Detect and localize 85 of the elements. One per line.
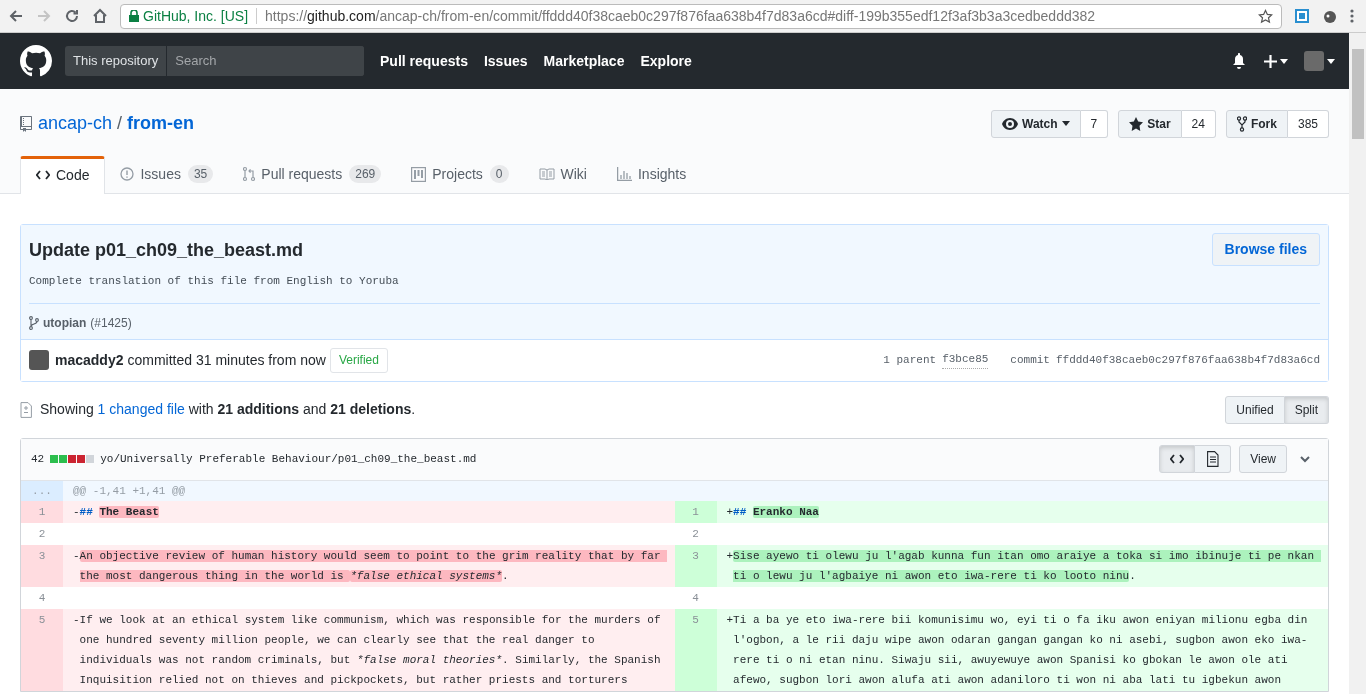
pull-request-link[interactable]: (#1425) <box>90 313 132 332</box>
logo-icon[interactable] <box>20 45 52 77</box>
issue-icon <box>120 167 135 181</box>
parent-sha-link[interactable]: f3bce85 <box>942 351 989 369</box>
changes-count: 42 <box>31 451 45 467</box>
repo-tab[interactable]: Projects 0 <box>396 155 524 193</box>
owner-link[interactable]: ancap-ch <box>38 110 113 137</box>
fork-button[interactable]: Fork <box>1225 109 1288 138</box>
counter-badge: 0 <box>489 165 509 183</box>
repo-tab[interactable]: Insights <box>601 155 702 193</box>
author-link[interactable]: macaddy2 <box>55 349 124 371</box>
nav-link[interactable]: Explore <box>640 50 692 72</box>
diff-summary: Showing 1 changed file with 21 additions and 21 deletions. <box>40 400 416 419</box>
reload-icon[interactable] <box>64 8 80 24</box>
view-mode-button[interactable]: Unified <box>1225 395 1285 424</box>
new-menu-button[interactable] <box>1264 54 1288 68</box>
extension-icon[interactable] <box>1294 8 1310 24</box>
line-number: 5 <box>21 608 63 691</box>
view-mode-button[interactable]: Split <box>1284 395 1329 424</box>
repo-tab[interactable]: Wiki <box>523 155 602 193</box>
eye-icon <box>1002 117 1018 130</box>
plus-icon <box>1264 54 1277 68</box>
watch-button[interactable]: Watch <box>991 109 1081 138</box>
line-number: 1 <box>21 500 63 523</box>
search-bar[interactable]: This repository Search <box>65 46 364 76</box>
branch-icon <box>29 315 39 330</box>
chevron-down-icon[interactable] <box>1300 455 1310 463</box>
social-count[interactable]: 24 <box>1181 109 1216 138</box>
pull-request-icon <box>243 166 256 182</box>
graph-icon <box>616 167 632 181</box>
file-path: yo/Universally Preferable Behaviour/p01_ch09_the_beast.md <box>100 451 477 467</box>
commit-time: committed 31 minutes from now <box>127 350 326 370</box>
display-mode-button[interactable] <box>1195 445 1232 473</box>
lock-icon <box>129 10 139 22</box>
commit-label: commit <box>1010 352 1050 368</box>
home-icon[interactable] <box>92 8 108 24</box>
address-bar[interactable]: GitHub, Inc. [US] https://github.com/ancap-ch/from-en/commit/ffddd40f38caeb0c297f876faa638b4f7d83a6cd#diff-199b355edf12f3af3b3a3cedbeddd382 <box>120 3 1282 29</box>
changed-files-link[interactable]: 1 changed file <box>97 401 185 417</box>
parent-label: 1 parent <box>883 352 937 368</box>
line-number: 5 <box>674 608 717 691</box>
site-identity: GitHub, Inc. [US] <box>143 6 249 26</box>
avatar <box>1304 51 1324 71</box>
bell-icon[interactable] <box>1232 53 1246 69</box>
menu-icon[interactable] <box>1350 8 1354 24</box>
board-icon <box>411 166 427 182</box>
book-icon <box>538 168 555 180</box>
code-icon <box>1170 454 1185 464</box>
caret-icon <box>1280 58 1288 64</box>
hunk-header: @@ -1,41 +1,41 @@ <box>63 480 1328 501</box>
file-icon <box>1206 451 1219 467</box>
fork-icon <box>1236 115 1247 132</box>
line-number: 3 <box>674 544 717 587</box>
repo-tab[interactable]: Code <box>20 156 106 194</box>
star-button[interactable]: Star <box>1118 109 1182 138</box>
extension-icon[interactable] <box>1322 8 1338 24</box>
line-number: 3 <box>21 544 63 587</box>
back-icon[interactable] <box>8 8 24 24</box>
view-file-button[interactable]: View <box>1239 445 1287 473</box>
commit-description: Complete translation of this file from English to Yoruba <box>29 274 400 289</box>
repo-tab[interactable]: Issues 35 <box>105 155 229 193</box>
repo-tab[interactable]: Pull requests 269 <box>228 155 397 193</box>
nav-link[interactable]: Pull requests <box>380 50 468 72</box>
profile-menu-button[interactable] <box>1304 51 1335 71</box>
nav-link[interactable]: Marketplace <box>543 50 625 72</box>
social-count[interactable]: 7 <box>1080 109 1109 138</box>
nav-link[interactable]: Issues <box>483 50 528 72</box>
counter-badge: 35 <box>187 165 214 183</box>
repo-icon <box>20 115 32 132</box>
display-mode-button[interactable] <box>1159 445 1196 473</box>
commit-title: Update p01_ch09_the_beast.md <box>29 239 305 262</box>
code-icon <box>36 170 50 180</box>
social-count[interactable]: 385 <box>1287 109 1329 138</box>
commit-sha: ffddd40f38caeb0c297f876faa638b4f7d83a6cd <box>1055 352 1320 368</box>
star-icon <box>1129 116 1144 131</box>
counter-badge: 269 <box>349 165 382 183</box>
bookmark-star-icon[interactable] <box>1258 8 1273 24</box>
url-text: https://github.com/ancap-ch/from-en/commit/ffddd40f38caeb0c297f876faa638b4f7d83a6cd#diff-199b355edf12f3af3b3a3cedbeddd382 <box>265 6 1096 26</box>
branch-link[interactable]: utopian <box>43 313 87 332</box>
path-separator: / <box>117 112 123 135</box>
browse-files-button[interactable]: Browse files <box>1211 233 1320 266</box>
caret-icon <box>1327 58 1335 64</box>
repo-link[interactable]: from-en <box>127 110 195 137</box>
diff-icon <box>20 401 32 418</box>
avatar <box>29 350 49 370</box>
caret-icon <box>1061 121 1070 126</box>
